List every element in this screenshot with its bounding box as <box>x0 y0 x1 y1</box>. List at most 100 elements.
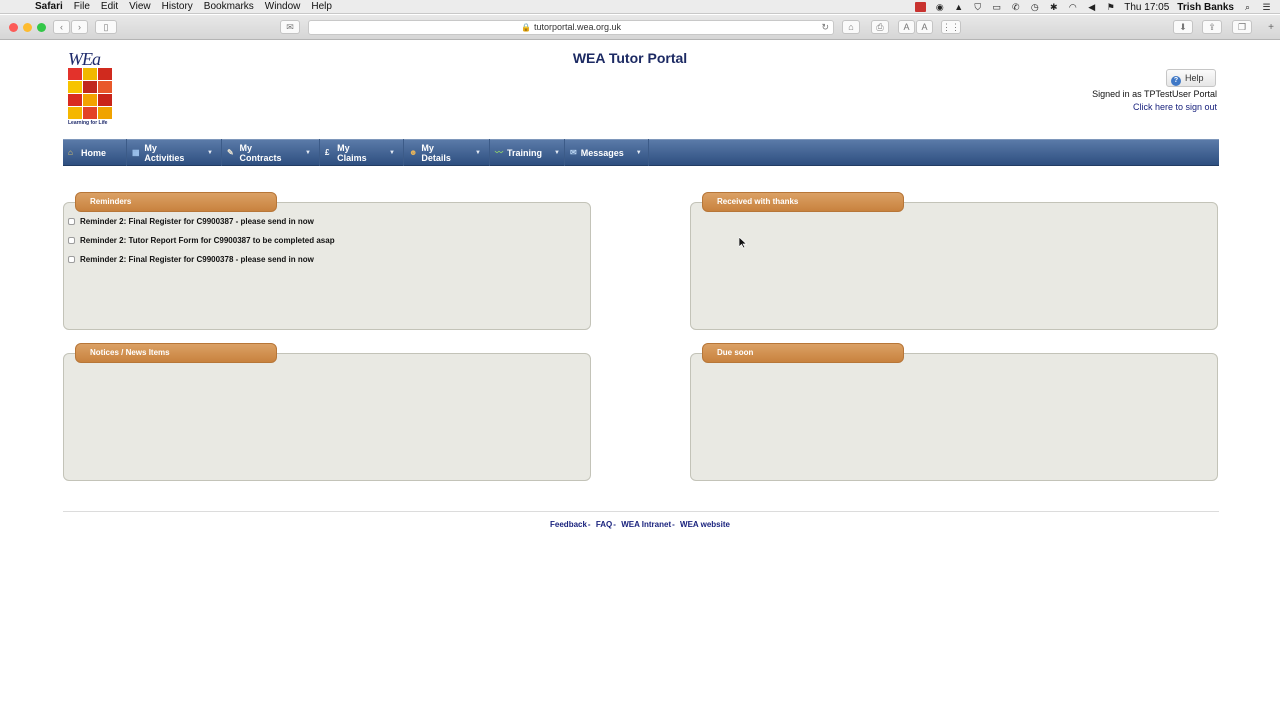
home-button[interactable]: ⌂ <box>842 20 860 34</box>
training-icon: 〰 <box>495 148 503 157</box>
reminder-text: Reminder 2: Final Register for C9900378 … <box>80 255 314 264</box>
font-smaller-button[interactable]: A <box>898 20 915 34</box>
chrome-icon[interactable]: ◉ <box>934 2 945 12</box>
logo-tiles <box>68 68 114 119</box>
help-icon: ? <box>1171 76 1181 86</box>
reminder-checkbox[interactable] <box>68 256 75 263</box>
mouse-cursor-icon <box>739 237 747 249</box>
home-icon: ⌂ <box>68 148 73 157</box>
chevron-down-icon: ▼ <box>635 149 642 156</box>
signed-in-text: Signed in as TPTestUser Portal <box>1092 89 1217 99</box>
chevron-down-icon: ▼ <box>207 149 213 156</box>
display-icon[interactable]: ▭ <box>991 2 1002 12</box>
flag-icon[interactable]: ⚑ <box>1105 2 1116 12</box>
sign-out-link[interactable]: Click here to sign out <box>1133 102 1217 112</box>
print-button[interactable]: ⎙ <box>871 20 889 34</box>
nav-messages-label: Messages <box>580 147 624 158</box>
menubar-user[interactable]: Trish Banks <box>1177 2 1234 13</box>
notices-panel <box>63 353 591 481</box>
menubar-clock[interactable]: Thu 17:05 <box>1124 2 1169 13</box>
close-window-icon[interactable] <box>9 23 18 32</box>
nav-home-label: Home <box>81 147 107 158</box>
nav-my-contracts[interactable]: ✎ My Contracts ▼ <box>222 139 320 166</box>
main-nav: ⌂ Home ▦ My Activities ▼ ✎ My Contracts ▼ £ My… <box>63 139 1219 166</box>
footer-link-feedback[interactable]: Feedback <box>550 520 587 529</box>
nav-training[interactable]: 〰 Training ▼ <box>490 139 565 166</box>
lock-icon: 🔒 <box>520 23 531 32</box>
address-bar[interactable]: 🔒 tutorportal.wea.org.uk ↻ <box>308 20 834 35</box>
help-button[interactable]: ? Help <box>1166 69 1216 87</box>
back-button[interactable]: ‹ <box>53 20 70 34</box>
browser-toolbar: ‹ › ▯ ✉ 🔒 tutorportal.wea.org.uk ↻ ⌂ ⎙ A … <box>0 15 1280 40</box>
menu-view[interactable]: View <box>129 0 151 14</box>
reminder-text: Reminder 2: Final Register for C9900387 … <box>80 217 314 226</box>
menu-help[interactable]: Help <box>311 0 332 14</box>
top-sites-button[interactable]: ⋮⋮ <box>941 20 961 34</box>
footer-link-faq[interactable]: FAQ <box>596 520 612 529</box>
pound-icon: £ <box>325 148 330 157</box>
reload-icon[interactable]: ↻ <box>821 21 829 34</box>
notices-panel-header: Notices / News Items <box>75 343 277 363</box>
reader-button[interactable]: ✉ <box>280 20 300 34</box>
notification-center-icon[interactable]: ☰ <box>1261 2 1272 12</box>
reminders-panel-header: Reminders <box>75 192 277 212</box>
reminder-checkbox[interactable] <box>68 218 75 225</box>
help-label: Help <box>1185 73 1204 83</box>
due-soon-panel-header: Due soon <box>702 343 904 363</box>
time-machine-icon[interactable]: ◷ <box>1029 2 1040 12</box>
downloads-button[interactable]: ⬇ <box>1173 20 1193 34</box>
spotlight-icon[interactable]: ⌕ <box>1242 2 1253 12</box>
reminder-item[interactable]: Reminder 2: Final Register for C9900387 … <box>68 217 314 226</box>
zoom-window-icon[interactable] <box>37 23 46 32</box>
reminder-checkbox[interactable] <box>68 237 75 244</box>
nav-my-details-label: My Details <box>421 142 451 163</box>
sidebar-button[interactable]: ▯ <box>95 20 117 34</box>
envelope-icon: ✉ <box>570 148 577 157</box>
reminder-item[interactable]: Reminder 2: Tutor Report Form for C99003… <box>68 236 335 245</box>
received-panel-header: Received with thanks <box>702 192 904 212</box>
address-url: tutorportal.wea.org.uk <box>533 22 621 32</box>
wifi-icon[interactable]: ◠ <box>1067 2 1078 12</box>
drive-icon[interactable]: ▲ <box>953 2 964 12</box>
menu-file[interactable]: File <box>74 0 90 14</box>
phone-icon[interactable]: ✆ <box>1010 2 1021 12</box>
chevron-down-icon: ▼ <box>554 149 560 156</box>
chevron-down-icon: ▼ <box>305 149 311 156</box>
shield-icon[interactable]: ⛉ <box>972 2 983 12</box>
nav-my-details[interactable]: ☻ My Details ▼ <box>404 139 490 166</box>
nav-my-activities[interactable]: ▦ My Activities ▼ <box>127 139 222 166</box>
forward-button[interactable]: › <box>71 20 88 34</box>
page-title: WEA Tutor Portal <box>572 50 688 66</box>
nav-messages[interactable]: ✉ Messages ▼ <box>565 139 649 166</box>
logo-tagline: Learning for Life <box>68 120 108 126</box>
menu-edit[interactable]: Edit <box>101 0 118 14</box>
minimize-window-icon[interactable] <box>23 23 32 32</box>
footer-link-website[interactable]: WEA website <box>680 520 730 529</box>
menu-history[interactable]: History <box>162 0 193 14</box>
chevron-down-icon: ▼ <box>389 149 395 156</box>
menu-window[interactable]: Window <box>265 0 301 14</box>
chevron-down-icon: ▼ <box>475 149 481 156</box>
volume-icon[interactable]: ◀ <box>1086 2 1097 12</box>
mac-menubar: Safari File Edit View History Bookmarks … <box>0 0 1280 14</box>
footer-link-intranet[interactable]: WEA Intranet <box>621 520 671 529</box>
footer-links: Feedback- FAQ- WEA Intranet- WEA website <box>550 520 730 529</box>
new-tab-icon[interactable]: + <box>1264 21 1278 34</box>
menu-bookmarks[interactable]: Bookmarks <box>204 0 254 14</box>
activities-icon: ▦ <box>132 148 140 157</box>
nav-my-claims[interactable]: £ My Claims ▼ <box>320 139 404 166</box>
nav-home[interactable]: ⌂ Home <box>63 139 127 166</box>
nav-my-claims-label: My Claims <box>337 142 367 163</box>
contract-icon: ✎ <box>227 148 234 157</box>
status-app-icon[interactable] <box>915 2 927 12</box>
footer-divider <box>63 511 1219 512</box>
due-soon-panel <box>690 353 1218 481</box>
reminder-item[interactable]: Reminder 2: Final Register for C9900378 … <box>68 255 314 264</box>
nav-my-contracts-label: My Contracts <box>239 142 282 163</box>
share-button[interactable]: ⇪ <box>1202 20 1222 34</box>
bluetooth-icon[interactable]: ✱ <box>1048 2 1059 12</box>
font-larger-button[interactable]: A <box>916 20 933 34</box>
tabs-button[interactable]: ❐ <box>1232 20 1252 34</box>
menu-app-safari[interactable]: Safari <box>35 0 63 14</box>
nav-my-activities-label: My Activities <box>144 142 185 163</box>
